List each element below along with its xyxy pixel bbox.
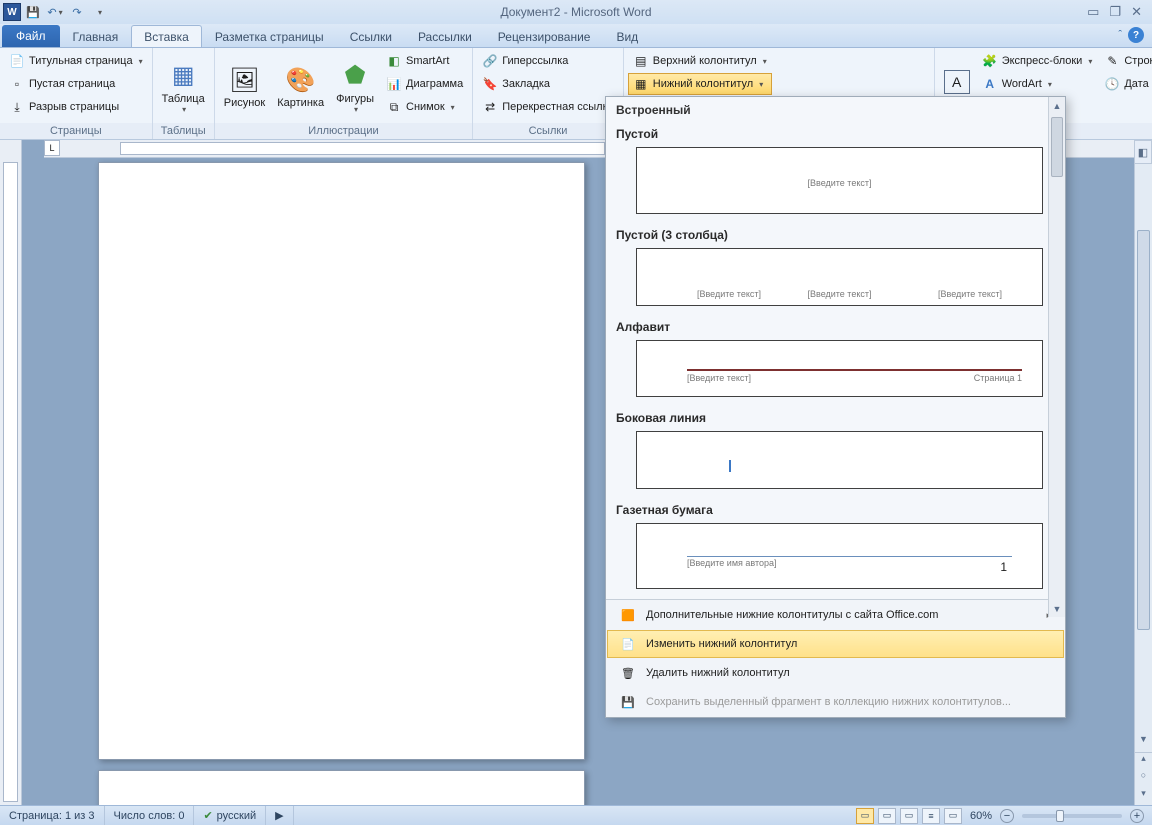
zoom-in-button[interactable]: + bbox=[1130, 809, 1144, 823]
zoom-slider[interactable] bbox=[1022, 814, 1122, 818]
remove-icon: 🗑 bbox=[620, 665, 636, 681]
scrollbar-thumb[interactable] bbox=[1137, 230, 1150, 630]
chart-button[interactable]: 📊Диаграмма bbox=[381, 73, 468, 95]
page-break-button[interactable]: ⤓Разрыв страницы bbox=[4, 96, 148, 118]
minimize-ribbon-icon[interactable]: ˆ bbox=[1118, 29, 1122, 41]
tab-review[interactable]: Рецензирование bbox=[485, 25, 604, 47]
vertical-scrollbar[interactable]: ▲ ▼ ▴ ○ ▾ bbox=[1134, 140, 1152, 805]
browse-object-button[interactable]: ○ bbox=[1135, 770, 1152, 787]
undo-button[interactable]: ↶▾ bbox=[45, 2, 65, 22]
group-tables: ▦Таблица▾ Таблицы bbox=[153, 48, 215, 139]
gallery-scrollbar[interactable]: ▲ ▼ bbox=[1048, 97, 1065, 617]
status-page[interactable]: Страница: 1 из 3 bbox=[0, 806, 105, 825]
view-outline[interactable]: ≡ bbox=[922, 808, 940, 824]
gallery-empty3-label: Пустой (3 столбца) bbox=[606, 224, 1065, 244]
close-button[interactable]: ✕ bbox=[1131, 4, 1142, 20]
zoom-level[interactable]: 60% bbox=[970, 810, 992, 822]
gallery-news-label: Газетная бумага bbox=[606, 499, 1065, 519]
gallery-scrollbar-thumb[interactable] bbox=[1051, 117, 1063, 177]
edit-icon: 📄 bbox=[620, 636, 636, 652]
status-proofing[interactable]: ✔русский bbox=[194, 806, 266, 825]
quick-access-toolbar: W 💾 ↶▾ ↷ ▾ bbox=[0, 2, 109, 22]
group-links: 🔗Гиперссылка 🔖Закладка ⇄Перекрестная ссы… bbox=[473, 48, 624, 139]
gallery-side-preview[interactable] bbox=[636, 431, 1043, 488]
cover-page-button[interactable]: 📄Титульная страница▾ bbox=[4, 50, 148, 72]
tab-selector[interactable]: L bbox=[44, 140, 60, 156]
gallery-alpha-label: Алфавит bbox=[606, 316, 1065, 336]
help-icon[interactable]: ? bbox=[1128, 27, 1144, 43]
tab-mailings[interactable]: Рассылки bbox=[405, 25, 485, 47]
gallery-alpha-preview[interactable]: [Введите текст] Страница 1 bbox=[636, 340, 1043, 397]
gallery-header: Встроенный bbox=[606, 97, 1065, 123]
more-footers-button[interactable]: 🟧 Дополнительные нижние колонтитулы с са… bbox=[607, 601, 1064, 629]
ribbon-tabs: Файл Главная Вставка Разметка страницы С… bbox=[0, 24, 1152, 48]
status-macro[interactable]: ▶ bbox=[266, 806, 293, 825]
group-illustrations: 🖼Рисунок 🎨Картинка ⬟Фигуры▾ ◧SmartArt 📊Д… bbox=[215, 48, 473, 139]
wordart-button[interactable]: AWordArt▾ bbox=[977, 73, 1098, 95]
status-words[interactable]: Число слов: 0 bbox=[105, 806, 195, 825]
word-icon: W bbox=[3, 3, 21, 21]
crossref-button[interactable]: ⇄Перекрестная ссылка bbox=[477, 96, 619, 118]
screenshot-button[interactable]: ⧉Снимок▾ bbox=[381, 96, 468, 118]
gallery-empty3-preview[interactable]: [Введите текст] [Введите текст] [Введите… bbox=[636, 248, 1043, 307]
gallery-empty-preview[interactable]: [Введите текст] bbox=[636, 147, 1043, 214]
minimize-button[interactable]: ▭ bbox=[1087, 4, 1099, 20]
zoom-out-button[interactable]: − bbox=[1000, 809, 1014, 823]
office-icon: 🟧 bbox=[620, 607, 636, 623]
bookmark-button[interactable]: 🔖Закладка bbox=[477, 73, 619, 95]
edit-footer-button[interactable]: 📄 Изменить нижний колонтитул bbox=[607, 630, 1064, 658]
table-button[interactable]: ▦Таблица▾ bbox=[157, 50, 210, 123]
save-footer-button: 💾 Сохранить выделенный фрагмент в коллек… bbox=[607, 688, 1064, 716]
clipart-button[interactable]: 🎨Картинка bbox=[272, 50, 329, 123]
footer-button[interactable]: ▦Нижний колонтитул▾ bbox=[628, 73, 772, 95]
save-button[interactable]: 💾 bbox=[23, 2, 43, 22]
qat-customize[interactable]: ▾ bbox=[89, 2, 109, 22]
shapes-button[interactable]: ⬟Фигуры▾ bbox=[331, 50, 379, 123]
datetime-button[interactable]: 🕓Дата и время bbox=[1099, 73, 1152, 95]
gallery-news-preview[interactable]: [Введите имя автора] 1 bbox=[636, 523, 1043, 590]
view-print-layout[interactable]: ▭ bbox=[856, 808, 874, 824]
next-page-button[interactable]: ▾ bbox=[1135, 788, 1152, 805]
tab-file[interactable]: Файл bbox=[2, 25, 60, 47]
prev-page-button[interactable]: ▴ bbox=[1135, 752, 1152, 769]
hyperlink-button[interactable]: 🔗Гиперссылка bbox=[477, 50, 619, 72]
vertical-ruler[interactable] bbox=[0, 140, 22, 805]
redo-button[interactable]: ↷ bbox=[67, 2, 87, 22]
status-bar: Страница: 1 из 3 Число слов: 0 ✔русский … bbox=[0, 805, 1152, 825]
page-2[interactable] bbox=[98, 770, 585, 805]
page-1[interactable] bbox=[98, 162, 585, 760]
gallery-footer-commands: 🟧 Дополнительные нижние колонтитулы с са… bbox=[606, 599, 1065, 717]
picture-button[interactable]: 🖼Рисунок bbox=[219, 50, 271, 123]
tab-home[interactable]: Главная bbox=[60, 25, 132, 47]
footer-gallery: Встроенный Пустой [Введите текст] Пустой… bbox=[605, 96, 1066, 718]
tab-references[interactable]: Ссылки bbox=[337, 25, 405, 47]
window-title: Документ2 - Microsoft Word bbox=[0, 5, 1152, 19]
header-button[interactable]: ▤Верхний колонтитул▾ bbox=[628, 50, 772, 72]
blank-page-button[interactable]: ▫Пустая страница bbox=[4, 73, 148, 95]
restore-button[interactable]: ❐ bbox=[1109, 4, 1121, 20]
remove-footer-button[interactable]: 🗑 Удалить нижний колонтитул bbox=[607, 659, 1064, 687]
view-fullscreen[interactable]: ▭ bbox=[878, 808, 896, 824]
title-bar: W 💾 ↶▾ ↷ ▾ Документ2 - Microsoft Word ▭ … bbox=[0, 0, 1152, 24]
quickparts-button[interactable]: 🧩Экспресс-блоки▾ bbox=[977, 50, 1098, 72]
view-web[interactable]: ▭ bbox=[900, 808, 918, 824]
save-selection-icon: 💾 bbox=[620, 694, 636, 710]
signature-button[interactable]: ✎Строка подписи▾ bbox=[1099, 50, 1152, 72]
task-pane-toggle[interactable]: ◧ bbox=[1134, 140, 1152, 164]
tab-layout[interactable]: Разметка страницы bbox=[202, 25, 337, 47]
gallery-side-label: Боковая линия bbox=[606, 407, 1065, 427]
gallery-empty-label: Пустой bbox=[606, 123, 1065, 143]
tab-insert[interactable]: Вставка bbox=[131, 25, 202, 47]
view-draft[interactable]: ▭ bbox=[944, 808, 962, 824]
smartart-button[interactable]: ◧SmartArt bbox=[381, 50, 468, 72]
group-pages: 📄Титульная страница▾ ▫Пустая страница ⤓Р… bbox=[0, 48, 153, 139]
window-controls: ▭ ❐ ✕ bbox=[1087, 4, 1152, 20]
tab-view[interactable]: Вид bbox=[603, 25, 651, 47]
